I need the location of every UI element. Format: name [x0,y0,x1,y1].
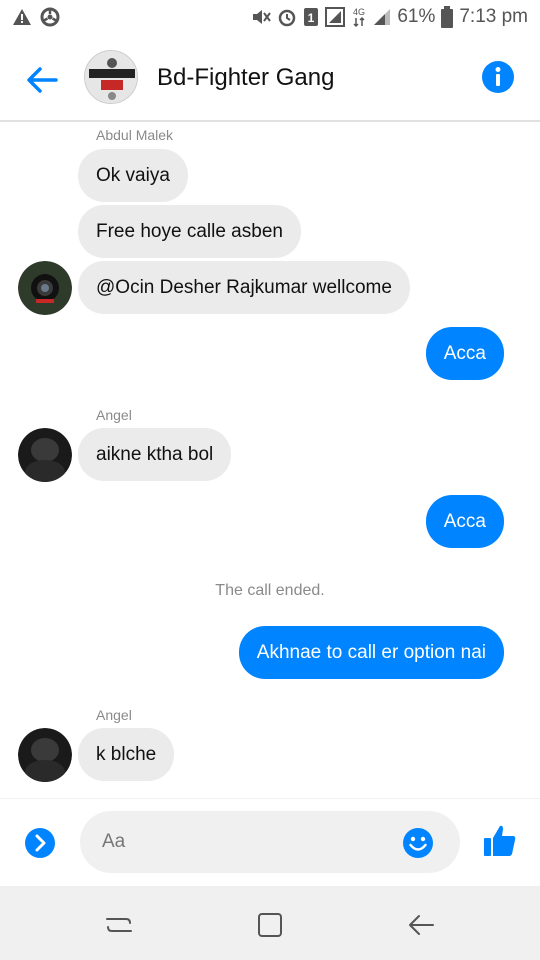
conversation-title: Bd-Fighter Gang [157,64,335,91]
group-logo-icon [85,51,137,103]
4g-icon: 4G [353,7,365,28]
conversation-header: Bd-Fighter Gang [0,36,540,122]
mute-icon [253,10,272,24]
message-composer [0,798,540,886]
incoming-message[interactable]: Free hoye calle asben [78,205,301,258]
system-message: The call ended. [215,582,325,599]
dark-photo-avatar-icon [18,428,72,482]
sim-1-icon: 1 [304,8,319,26]
group-avatar[interactable] [84,50,138,104]
emoji-icon[interactable] [402,827,434,859]
sender-name: Angel [96,407,132,423]
dark-photo-avatar-icon [18,728,72,782]
outgoing-message[interactable]: Acca [425,495,504,548]
expand-actions-icon[interactable] [24,827,56,859]
signal-icon [374,9,391,25]
recent-apps-icon[interactable] [104,910,134,940]
message-input[interactable] [102,825,392,859]
svg-text:1: 1 [308,11,315,25]
incoming-message[interactable]: aikne ktha bol [78,428,232,481]
battery-icon [441,6,454,28]
incoming-message[interactable]: @Ocin Desher Rajkumar wellcome [78,261,410,314]
clock: 7:13 pm [459,6,528,27]
sender-avatar[interactable] [18,428,72,482]
status-bar: 1 4G 61% 7:13 pm [0,0,540,36]
svg-text:4G: 4G [353,7,365,17]
sender-avatar[interactable] [18,728,72,782]
data-icon [325,7,346,27]
back-arrow-icon[interactable] [22,60,62,100]
thumbs-up-icon[interactable] [482,823,518,859]
sender-avatar[interactable] [18,261,72,315]
sender-name: Angel [96,707,132,723]
message-list[interactable]: Abdul Malek Ok vaiya Free hoye calle asb… [0,122,540,798]
sender-name: Abdul Malek [96,127,174,143]
camera-photo-avatar-icon [18,261,72,315]
home-icon[interactable] [255,910,285,940]
back-nav-icon[interactable] [406,910,436,940]
outgoing-message[interactable]: Akhnae to call er option nai [238,626,504,679]
system-navigation-bar [0,886,540,960]
warning-icon [13,9,31,25]
battery-percent: 61% [397,6,436,27]
alarm-icon [279,9,296,27]
incoming-message[interactable]: Ok vaiya [78,149,188,202]
incoming-message[interactable]: k blche [78,728,175,781]
settings-wheel-icon [40,7,60,27]
info-icon[interactable] [481,60,515,94]
outgoing-message[interactable]: Acca [425,327,504,380]
